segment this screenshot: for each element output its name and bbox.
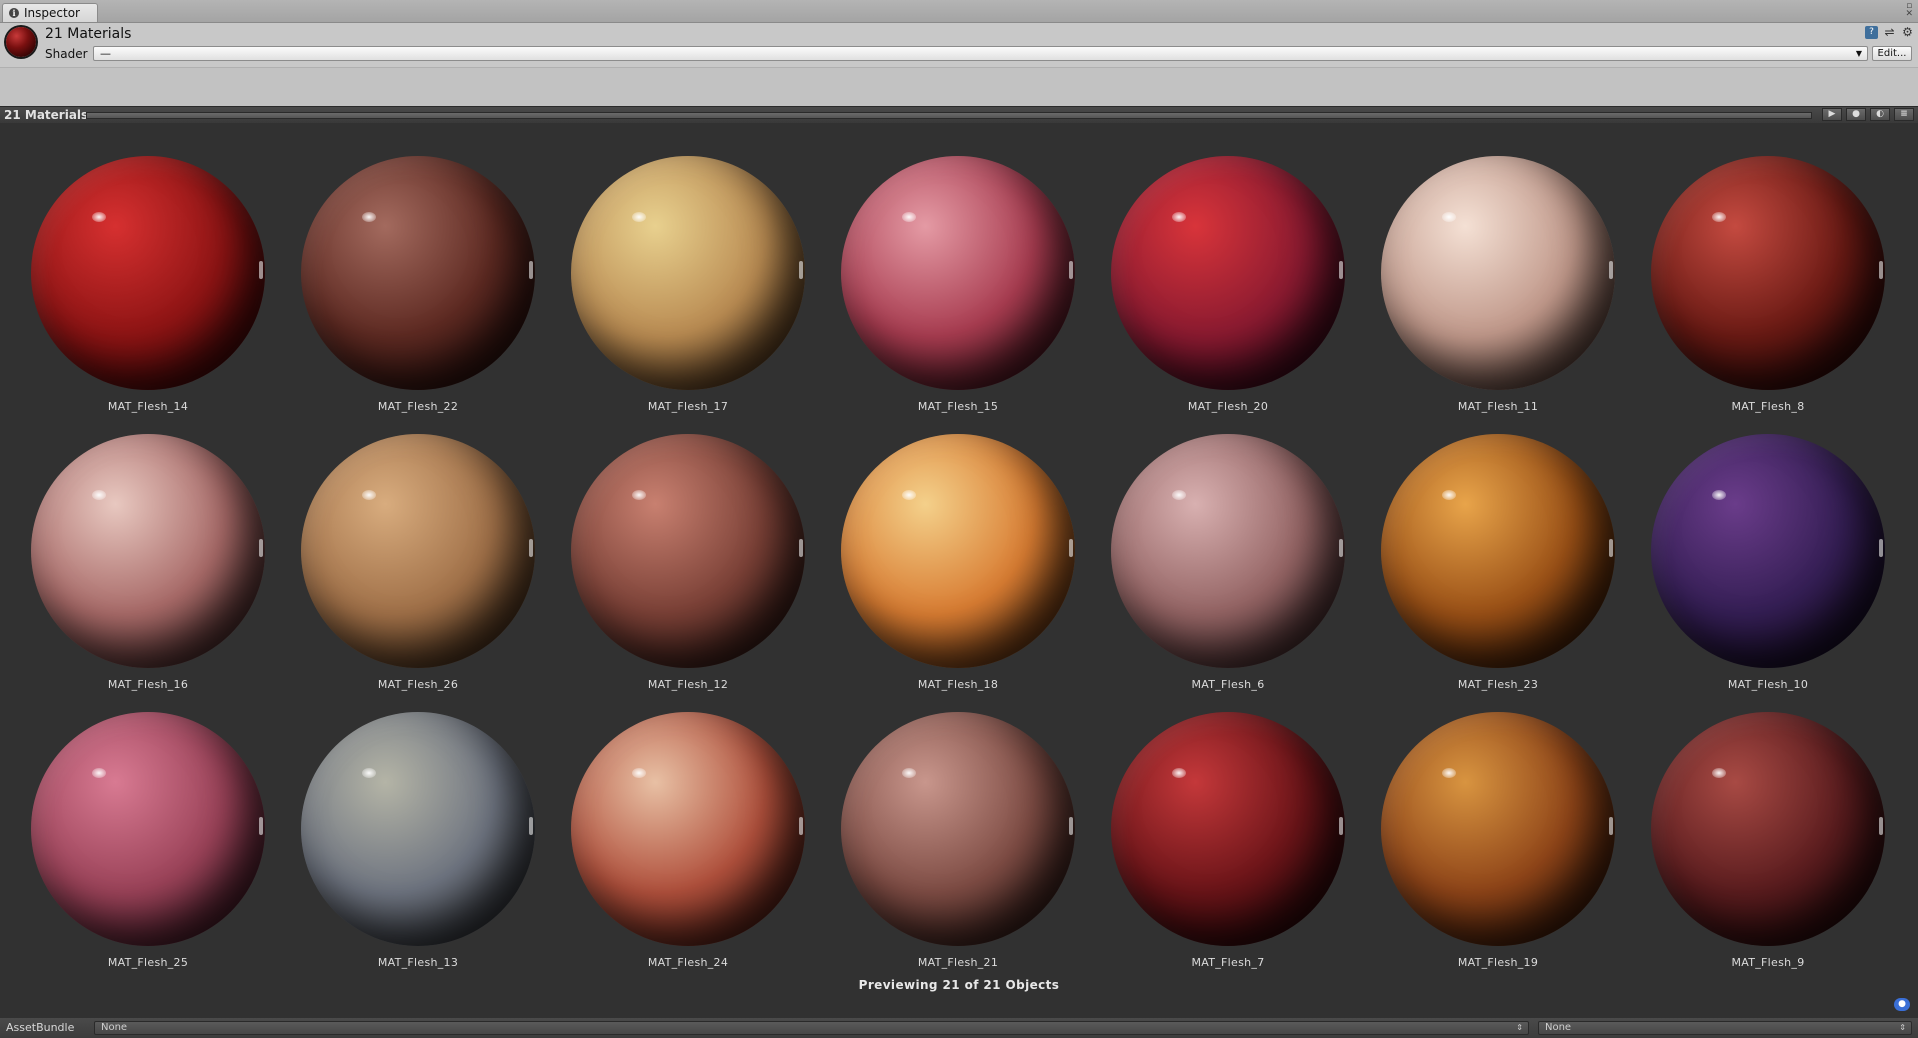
play-icon[interactable]: ▶ bbox=[1822, 108, 1842, 121]
material-sphere bbox=[571, 712, 805, 946]
sphere-preview-icon[interactable]: ● bbox=[1846, 108, 1866, 121]
material-preview-item[interactable]: MAT_Flesh_15 bbox=[841, 156, 1081, 426]
material-name: MAT_Flesh_16 bbox=[107, 678, 189, 691]
shader-edit-button[interactable]: Edit... bbox=[1872, 46, 1912, 61]
material-name: MAT_Flesh_6 bbox=[1191, 678, 1265, 691]
preview-status: Previewing 21 of 21 Objects bbox=[858, 978, 1060, 992]
material-preview-item[interactable]: MAT_Flesh_10 bbox=[1651, 434, 1891, 704]
material-name: MAT_Flesh_7 bbox=[1191, 956, 1265, 969]
tab-strip: i Inspector ▫ ✕ bbox=[0, 0, 1918, 23]
material-preview-item[interactable]: MAT_Flesh_7 bbox=[1111, 712, 1351, 982]
inspector-header: 21 Materials Shader — ▼ Edit... ? ⇌ ⚙ bbox=[0, 23, 1918, 68]
material-sphere bbox=[841, 156, 1075, 390]
material-sphere bbox=[1651, 434, 1885, 668]
window-controls[interactable]: ▫ ✕ bbox=[1905, 2, 1913, 19]
shader-value: — bbox=[100, 47, 111, 60]
material-sphere bbox=[1651, 156, 1885, 390]
material-preview-item[interactable]: MAT_Flesh_23 bbox=[1381, 434, 1621, 704]
material-name: MAT_Flesh_20 bbox=[1187, 400, 1269, 413]
material-sphere bbox=[1111, 712, 1345, 946]
material-sphere bbox=[1381, 712, 1615, 946]
label-tag-icon[interactable]: ● bbox=[1894, 998, 1910, 1011]
material-sphere bbox=[301, 156, 535, 390]
material-grid: MAT_Flesh_14 MAT_Flesh_22 MAT_Flesh_17 MAT_… bbox=[0, 123, 1918, 1003]
material-sphere bbox=[31, 712, 265, 946]
material-name: MAT_Flesh_9 bbox=[1731, 956, 1805, 969]
preview-resize-handle[interactable] bbox=[86, 112, 1812, 119]
material-name: MAT_Flesh_25 bbox=[107, 956, 189, 969]
material-sphere bbox=[841, 712, 1075, 946]
material-preview-item[interactable]: MAT_Flesh_8 bbox=[1651, 156, 1891, 426]
material-sphere bbox=[571, 434, 805, 668]
material-name: MAT_Flesh_18 bbox=[917, 678, 999, 691]
material-sphere bbox=[1381, 156, 1615, 390]
asset-bundle-name-dropdown[interactable]: None ⇕ bbox=[94, 1021, 1529, 1035]
material-sphere bbox=[841, 434, 1075, 668]
material-name: MAT_Flesh_11 bbox=[1457, 400, 1539, 413]
material-name: MAT_Flesh_17 bbox=[647, 400, 729, 413]
material-preview-item[interactable]: MAT_Flesh_14 bbox=[31, 156, 271, 426]
material-sphere bbox=[1111, 434, 1345, 668]
material-sphere bbox=[571, 156, 805, 390]
material-sphere bbox=[301, 712, 535, 946]
material-name: MAT_Flesh_13 bbox=[377, 956, 459, 969]
material-sphere bbox=[31, 156, 265, 390]
material-sphere bbox=[1651, 712, 1885, 946]
object-title: 21 Materials bbox=[45, 26, 132, 42]
material-preview-item[interactable]: MAT_Flesh_19 bbox=[1381, 712, 1621, 982]
material-name: MAT_Flesh_22 bbox=[377, 400, 459, 413]
material-preview-item[interactable]: MAT_Flesh_21 bbox=[841, 712, 1081, 982]
material-name: MAT_Flesh_26 bbox=[377, 678, 459, 691]
material-name: MAT_Flesh_23 bbox=[1457, 678, 1539, 691]
material-preview-item[interactable]: MAT_Flesh_11 bbox=[1381, 156, 1621, 426]
material-preview-item[interactable]: MAT_Flesh_6 bbox=[1111, 434, 1351, 704]
help-book-icon[interactable]: ? bbox=[1865, 26, 1878, 39]
asset-bundle-name-value: None bbox=[101, 1022, 128, 1033]
asset-bundle-variant-dropdown[interactable]: None ⇕ bbox=[1538, 1021, 1912, 1035]
dropdown-arrow-icon: ⇕ bbox=[1899, 1023, 1906, 1032]
material-name: MAT_Flesh_15 bbox=[917, 400, 999, 413]
menu-icon[interactable]: ≡ bbox=[1894, 108, 1914, 121]
material-preview-item[interactable]: MAT_Flesh_9 bbox=[1651, 712, 1891, 982]
gear-icon[interactable]: ⚙ bbox=[1901, 26, 1914, 39]
material-preview-item[interactable]: MAT_Flesh_18 bbox=[841, 434, 1081, 704]
material-name: MAT_Flesh_21 bbox=[917, 956, 999, 969]
material-name: MAT_Flesh_10 bbox=[1727, 678, 1809, 691]
dropdown-arrow-icon: ▼ bbox=[1855, 49, 1862, 58]
material-name: MAT_Flesh_8 bbox=[1731, 400, 1805, 413]
shader-label: Shader bbox=[45, 47, 88, 61]
material-sphere bbox=[1381, 434, 1615, 668]
material-name: MAT_Flesh_14 bbox=[107, 400, 189, 413]
asset-bundle-bar: AssetBundle None ⇕ None ⇕ bbox=[0, 1018, 1918, 1038]
dropdown-arrow-icon: ⇕ bbox=[1516, 1023, 1523, 1032]
preview-toolbar: 21 Materials ▶ ● ◐ ≡ bbox=[0, 106, 1918, 123]
material-preview-item[interactable]: MAT_Flesh_26 bbox=[301, 434, 541, 704]
material-preview-item[interactable]: MAT_Flesh_12 bbox=[571, 434, 811, 704]
material-name: MAT_Flesh_12 bbox=[647, 678, 729, 691]
info-icon: i bbox=[9, 8, 19, 18]
material-preview-item[interactable]: MAT_Flesh_13 bbox=[301, 712, 541, 982]
material-preview-item[interactable]: MAT_Flesh_20 bbox=[1111, 156, 1351, 426]
tab-label: Inspector bbox=[24, 6, 80, 20]
material-preview-item[interactable]: MAT_Flesh_17 bbox=[571, 156, 811, 426]
asset-bundle-label: AssetBundle bbox=[6, 1021, 75, 1034]
preview-area: MAT_Flesh_14 MAT_Flesh_22 MAT_Flesh_17 MAT_… bbox=[0, 123, 1918, 1018]
asset-bundle-variant-value: None bbox=[1545, 1022, 1572, 1033]
material-preview-item[interactable]: MAT_Flesh_22 bbox=[301, 156, 541, 426]
material-preview-item[interactable]: MAT_Flesh_25 bbox=[31, 712, 271, 982]
preview-title: 21 Materials bbox=[4, 108, 89, 122]
close-icon[interactable]: ✕ bbox=[1905, 10, 1913, 19]
material-preview-item[interactable]: MAT_Flesh_16 bbox=[31, 434, 271, 704]
material-sphere bbox=[31, 434, 265, 668]
material-preview-item[interactable]: MAT_Flesh_24 bbox=[571, 712, 811, 982]
shader-dropdown[interactable]: — ▼ bbox=[93, 46, 1868, 61]
material-sphere bbox=[301, 434, 535, 668]
light-toggle-icon[interactable]: ◐ bbox=[1870, 108, 1890, 121]
material-thumbnail bbox=[6, 27, 36, 57]
material-name: MAT_Flesh_19 bbox=[1457, 956, 1539, 969]
tab-inspector[interactable]: i Inspector bbox=[2, 3, 98, 22]
preset-icon[interactable]: ⇌ bbox=[1883, 26, 1896, 39]
material-name: MAT_Flesh_24 bbox=[647, 956, 729, 969]
material-sphere bbox=[1111, 156, 1345, 390]
